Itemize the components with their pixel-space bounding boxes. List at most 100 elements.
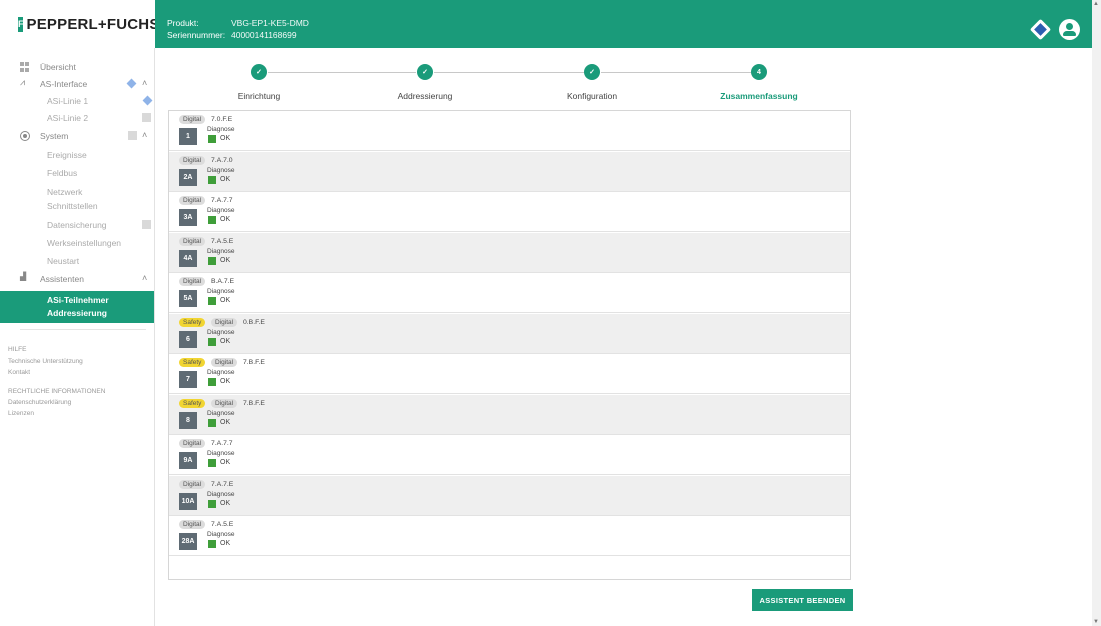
status-text: OK <box>220 297 231 304</box>
slave-address-badge: 3A <box>179 209 197 226</box>
safety-badge: Safety <box>179 317 206 327</box>
sidebar-item-label: System <box>40 131 69 141</box>
sidebar-item-restart[interactable]: Neustart <box>0 252 154 270</box>
sidebar-item-backup[interactable]: Datensicherung <box>0 216 154 234</box>
sidebar-item-events[interactable]: Ereignisse <box>0 146 154 164</box>
product-value: VBG-EP1-KE5-DMD <box>231 18 309 28</box>
sidebar-item-asi-line-2[interactable]: ASi-Linie 2 <box>0 109 154 127</box>
logo[interactable]: F PEPPERL+FUCHS <box>0 0 159 48</box>
logo-text: PEPPERL+FUCHS <box>26 15 160 33</box>
finish-assistant-button[interactable]: ASSISTENT BEENDEN <box>752 589 853 611</box>
sidebar-item-label: AS-Interface <box>40 79 88 89</box>
sidebar-item-fieldbus[interactable]: Feldbus <box>0 164 154 182</box>
list-item[interactable]: Safety Digital 7.B.F.E 7 Diagnose OK <box>169 354 850 394</box>
list-item[interactable]: Digital 7.A.7.7 9A Diagnose OK <box>169 435 850 475</box>
diagnosis-label: Diagnose <box>207 247 235 255</box>
legal-title: RECHTLICHE INFORMATIONEN <box>8 388 106 395</box>
help-contact-link[interactable]: Kontakt <box>8 369 30 376</box>
status-ok-icon <box>208 499 216 508</box>
slave-address-badge: 4A <box>179 249 197 267</box>
sidebar-item-asi-addressing[interactable]: ASi-Teilnehmer Addressierung <box>0 291 154 323</box>
product-info: Produkt: VBG-EP1-KE5-DMD <box>167 18 309 28</box>
user-icon[interactable] <box>1059 19 1080 40</box>
step-label: Konfiguration <box>566 91 618 101</box>
legal-privacy-link[interactable]: Datenschutzerklärung <box>8 399 71 406</box>
scrollbar[interactable]: ▲ ▼ <box>1092 0 1101 626</box>
sidebar-item-assistants[interactable]: ▟ Assistenten ˄ <box>0 270 154 288</box>
status-square-icon <box>142 220 151 229</box>
divider <box>20 329 146 330</box>
sidebar-item-overview[interactable]: Übersicht <box>0 58 154 76</box>
step-4-number[interactable]: 4 <box>751 64 767 80</box>
list-item[interactable]: Safety Digital 0.B.F.E 6 Diagnose OK <box>169 313 850 354</box>
status-text: OK <box>220 540 231 547</box>
safety-badge: Safety <box>179 358 206 367</box>
list-item[interactable]: Digital 7.A.5.E 28A Diagnose OK <box>169 516 850 556</box>
status-text: OK <box>220 418 231 426</box>
serial-label: Seriennummer: <box>167 30 226 40</box>
slave-address-badge: 7 <box>179 371 197 388</box>
step-label: Addressierung <box>397 91 453 101</box>
sidebar-item-label: Neustart <box>47 256 80 266</box>
status-text: OK <box>220 216 231 223</box>
list-item[interactable]: Digital 7.A.7.0 2A Diagnose OK <box>169 151 850 192</box>
header: F PEPPERL+FUCHS Produkt: VBG-EP1-KE5-DMD … <box>0 0 1101 48</box>
help-support-link[interactable]: Technische Unterstützung <box>8 358 83 365</box>
step-connector <box>434 72 584 73</box>
chevron-up-icon[interactable]: ˄ <box>142 78 147 88</box>
slave-address-badge: 9A <box>179 452 197 469</box>
slave-address-badge: 10A <box>179 492 197 510</box>
legal-licenses-link[interactable]: Lizenzen <box>8 410 34 417</box>
diagnosis-label: Diagnose <box>207 207 235 214</box>
diagnosis-label: Diagnose <box>207 490 235 498</box>
slave-address-badge: 1 <box>179 128 197 145</box>
grid-icon <box>20 62 30 72</box>
profile-code: 7.A.5.E <box>211 521 234 528</box>
digital-badge: Digital <box>211 317 238 327</box>
status-ok-icon <box>208 297 216 305</box>
slave-address-badge: 8 <box>179 411 197 429</box>
diagnosis-label: Diagnose <box>207 328 235 336</box>
status-ok-icon <box>208 418 216 427</box>
digital-badge: Digital <box>179 115 206 124</box>
list-item[interactable]: Digital B.A.7.E 5A Diagnose OK <box>169 273 850 313</box>
slave-list: Digital 7.0.F.E 1 Diagnose OK Digital 7.A.7.0 2… <box>168 110 851 580</box>
list-item[interactable]: Digital 7.A.5.E 4A Diagnose OK <box>169 232 850 273</box>
scroll-down-icon[interactable]: ▼ <box>1093 619 1099 625</box>
sidebar-item-label: Werkseinstellungen <box>47 238 122 248</box>
sidebar-item-factory-settings[interactable]: Werkseinstellungen <box>0 234 154 252</box>
list-item[interactable]: Digital 7.0.F.E 1 Diagnose OK <box>169 111 850 151</box>
chevron-up-icon[interactable]: ˄ <box>142 130 147 140</box>
sidebar-item-network-interfaces[interactable]: Schnittstellen <box>0 197 154 215</box>
chevron-up-icon[interactable]: ˄ <box>142 273 147 283</box>
list-item[interactable]: Safety Digital 7.B.F.E 8 Diagnose OK <box>169 394 850 435</box>
slave-address-badge: 28A <box>179 533 197 550</box>
diamond-icon[interactable] <box>1029 18 1052 41</box>
sidebar-item-label: Schnittstellen <box>47 201 98 211</box>
sidebar-item-asi-line-1[interactable]: ASi-Linie 1 <box>0 92 154 110</box>
status-square-icon <box>142 113 151 122</box>
list-item[interactable]: Digital 7.A.7.7 3A Diagnose OK <box>169 192 850 232</box>
digital-badge: Digital <box>211 398 238 408</box>
status-ok-icon <box>208 540 216 548</box>
status-text: OK <box>220 337 231 345</box>
as-interface-icon: ⩘ <box>20 77 26 87</box>
slave-address-badge: 2A <box>179 168 197 186</box>
sidebar-item-label: Addressierung <box>47 308 107 318</box>
scroll-up-icon[interactable]: ▲ <box>1093 1 1099 7</box>
step-3-check-icon[interactable]: ✓ <box>584 64 600 80</box>
product-label: Produkt: <box>167 18 199 28</box>
profile-code: 7.0.F.E <box>211 116 233 123</box>
safety-badge: Safety <box>179 398 206 408</box>
step-label: Einrichtung <box>237 91 281 101</box>
status-text: OK <box>220 256 231 264</box>
profile-code: 7.A.7.E <box>211 480 234 488</box>
sidebar-item-label: ASi-Teilnehmer <box>47 295 109 305</box>
digital-badge: Digital <box>211 358 238 367</box>
list-item[interactable]: Digital 7.A.7.E 10A Diagnose OK <box>169 475 850 516</box>
status-text: OK <box>220 378 231 385</box>
sidebar-item-as-interface[interactable]: ⩘ AS-Interface ˄ <box>0 75 154 93</box>
step-2-check-icon[interactable]: ✓ <box>417 64 433 80</box>
sidebar-item-system[interactable]: System ˄ <box>0 127 154 145</box>
step-1-check-icon[interactable]: ✓ <box>251 64 267 80</box>
